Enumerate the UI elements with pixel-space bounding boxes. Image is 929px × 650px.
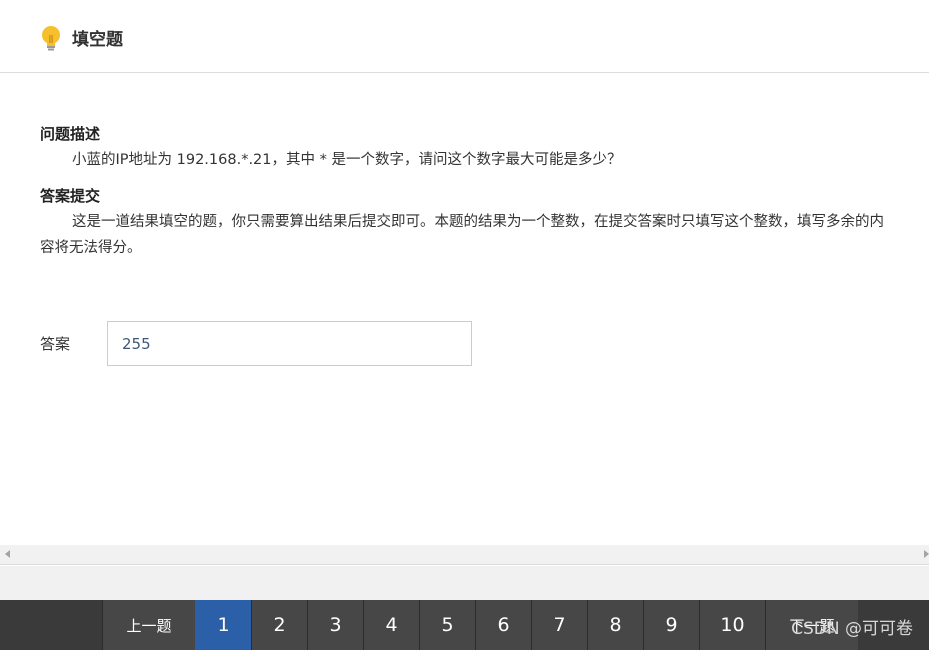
pagination: 上一题 1 2 3 4 5 6 7 8 9 10 下一题	[102, 600, 858, 650]
page-header: 填空题	[0, 0, 929, 73]
csdn-watermark: CSDN @可可卷	[791, 619, 913, 639]
page-title: 填空题	[72, 30, 123, 50]
page-button-6[interactable]: 6	[475, 600, 531, 650]
scroll-left-arrow-icon[interactable]	[5, 550, 10, 558]
horizontal-scrollbar[interactable]	[0, 545, 929, 565]
submission-section-title: 答案提交	[40, 187, 101, 205]
spacer-band	[0, 566, 929, 600]
page-button-3[interactable]: 3	[307, 600, 363, 650]
page-button-10[interactable]: 10	[699, 600, 765, 650]
lightbulb-icon	[42, 26, 60, 51]
question-section-title: 问题描述	[40, 125, 101, 143]
submission-instructions: 这是一道结果填空的题，你只需要算出结果后提交即可。本题的结果为一个整数，在提交答…	[40, 209, 896, 261]
page-button-8[interactable]: 8	[587, 600, 643, 650]
page-button-5[interactable]: 5	[419, 600, 475, 650]
question-navigation-bar: 上一题 1 2 3 4 5 6 7 8 9 10 下一题	[0, 600, 929, 650]
scroll-right-arrow-icon[interactable]	[924, 550, 929, 558]
page-button-9[interactable]: 9	[643, 600, 699, 650]
answer-input[interactable]	[107, 321, 472, 366]
page-button-1[interactable]: 1	[195, 600, 251, 650]
page-button-7[interactable]: 7	[531, 600, 587, 650]
page-button-4[interactable]: 4	[363, 600, 419, 650]
page-button-2[interactable]: 2	[251, 600, 307, 650]
prev-question-button[interactable]: 上一题	[102, 600, 195, 650]
answer-label: 答案	[40, 335, 71, 353]
submission-text: 这是一道结果填空的题，你只需要算出结果后提交即可。本题的结果为一个整数，在提交答…	[40, 214, 884, 256]
question-description: 小蓝的IP地址为 192.168.*.21，其中 * 是一个数字，请问这个数字最…	[40, 147, 896, 173]
question-text: 小蓝的IP地址为 192.168.*.21，其中 * 是一个数字，请问这个数字最…	[72, 152, 622, 168]
